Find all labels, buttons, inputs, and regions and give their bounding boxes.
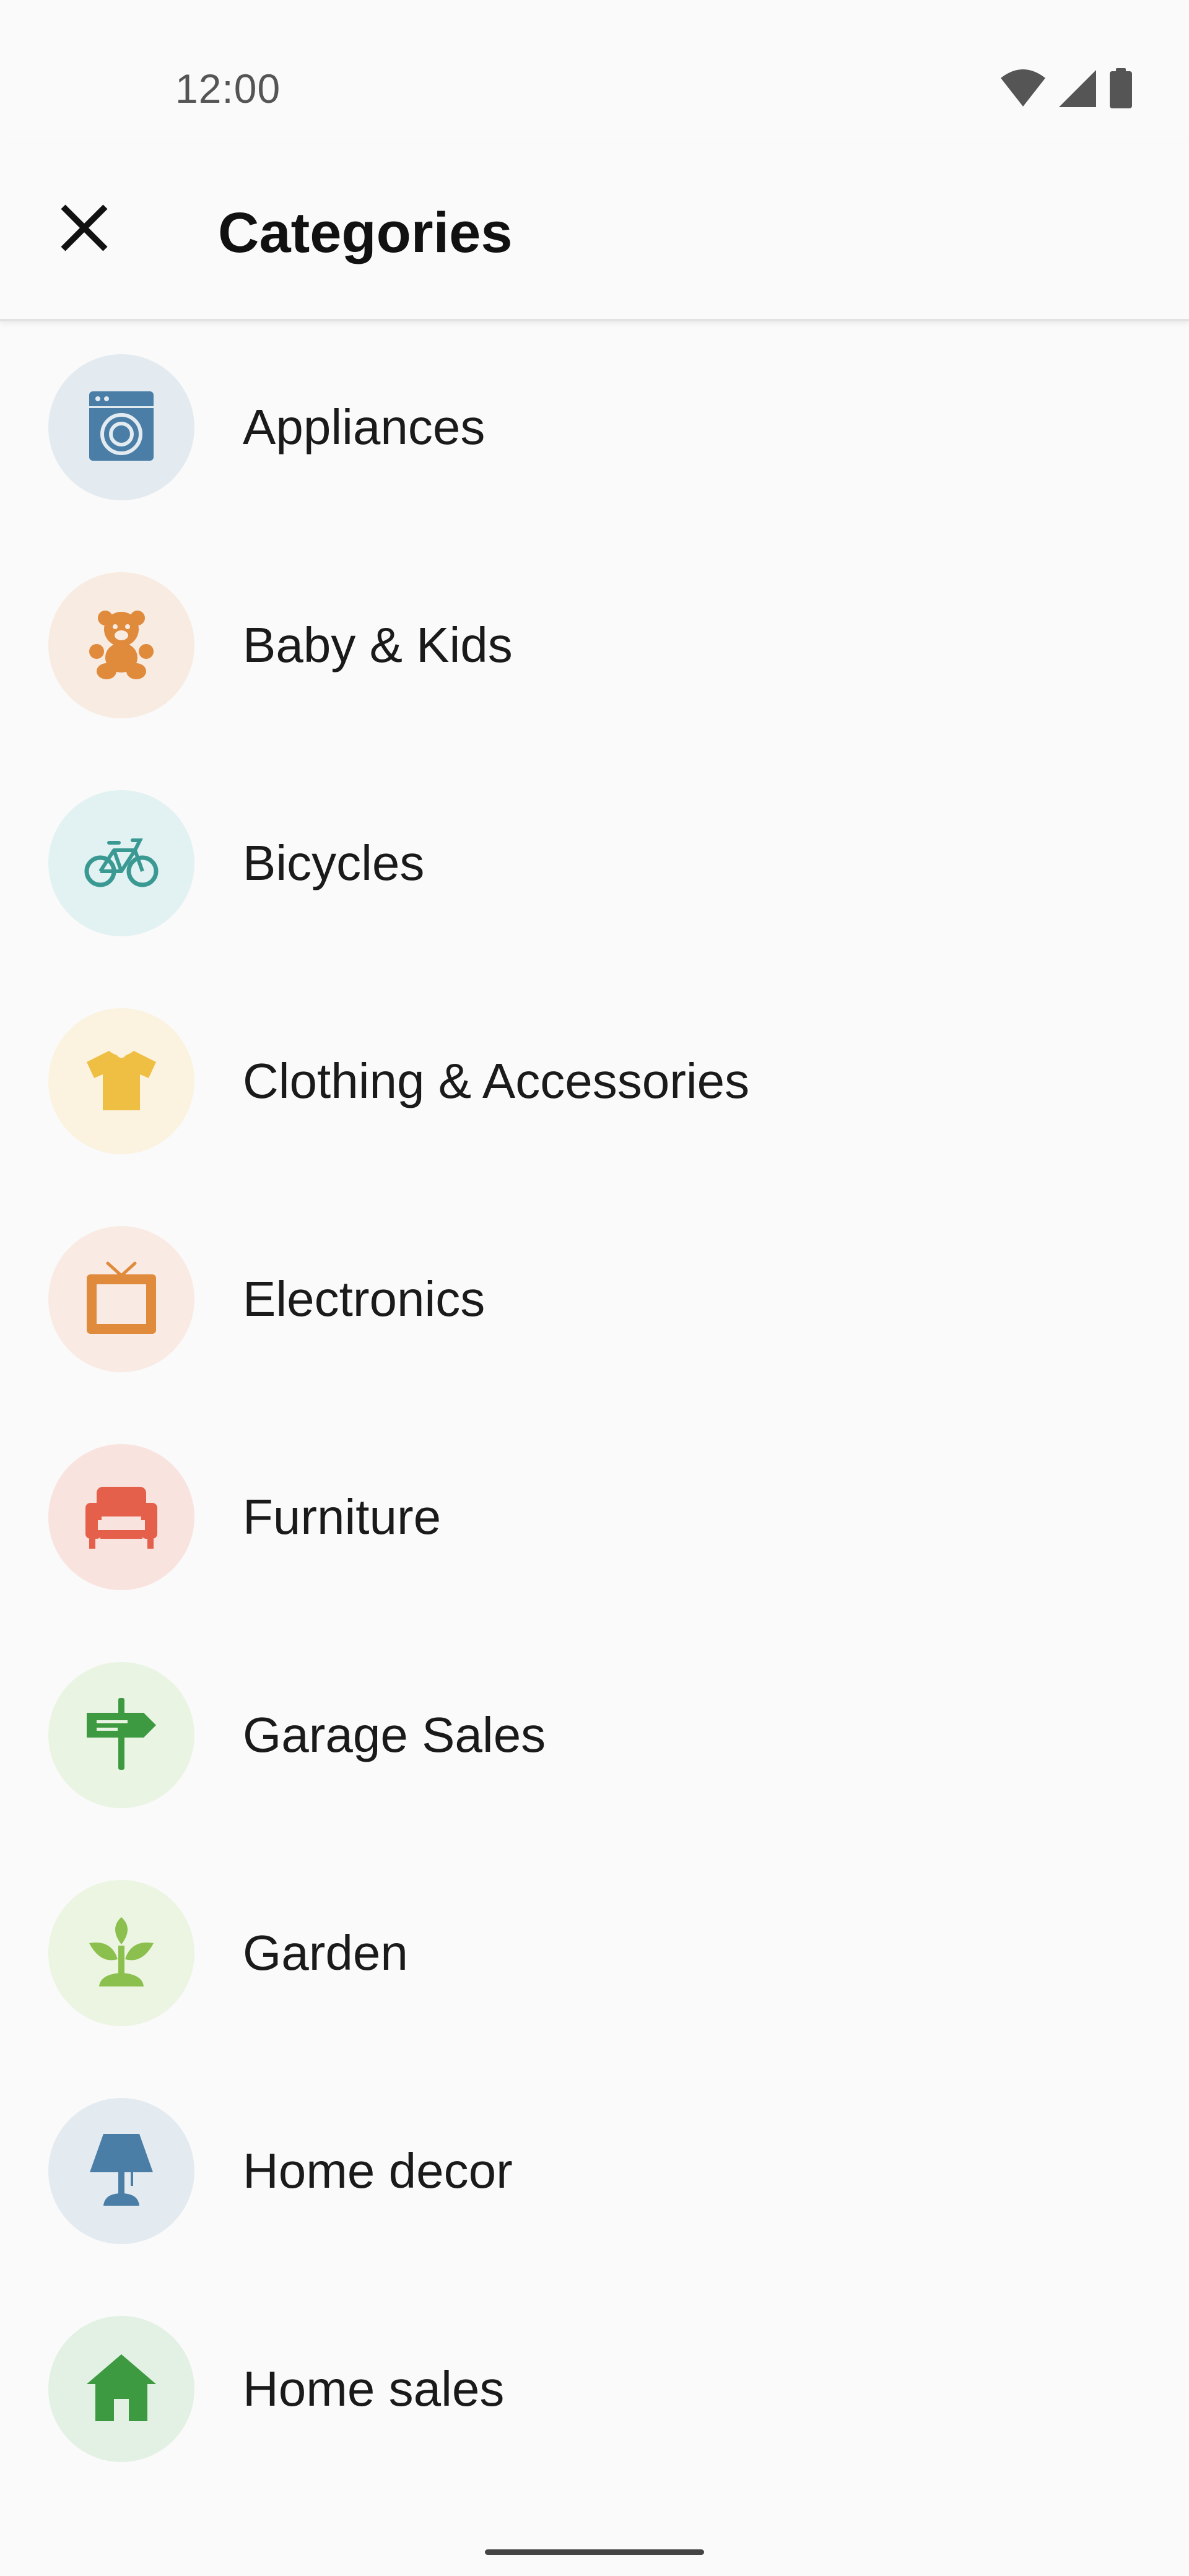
close-icon xyxy=(59,203,109,256)
status-icons xyxy=(1000,67,1133,112)
category-label: Garage Sales xyxy=(243,1707,546,1762)
icon-circle xyxy=(48,1880,194,2026)
status-bar: 12:00 xyxy=(0,0,1189,142)
icon-circle xyxy=(48,2098,194,2244)
app-bar: Categories xyxy=(0,142,1189,321)
icon-circle xyxy=(48,572,194,718)
category-item-garage-sales[interactable]: Garage Sales xyxy=(0,1630,1189,1848)
status-time: 12:00 xyxy=(175,66,281,111)
page-title: Categories xyxy=(218,201,513,264)
washing-machine-icon xyxy=(84,389,159,466)
category-label: Appliances xyxy=(243,399,486,455)
category-item-garden[interactable]: Garden xyxy=(0,1848,1189,2066)
lamp-icon xyxy=(87,2131,155,2211)
icon-circle xyxy=(48,790,194,936)
category-label: Bicycles xyxy=(243,835,425,890)
cellular-signal-icon xyxy=(1058,69,1097,111)
house-icon xyxy=(84,2352,159,2427)
category-label: Clothing & Accessories xyxy=(243,1053,750,1108)
signpost-icon xyxy=(84,1697,159,1774)
category-item-electronics[interactable]: Electronics xyxy=(0,1194,1189,1412)
icon-circle xyxy=(48,1008,194,1154)
category-list: Appliances Baby & Kids Bicycles Clothing… xyxy=(0,322,1189,2502)
icon-circle xyxy=(48,1226,194,1372)
category-item-furniture[interactable]: Furniture xyxy=(0,1412,1189,1630)
category-label: Electronics xyxy=(243,1271,486,1326)
category-item-home-decor[interactable]: Home decor xyxy=(0,2066,1189,2284)
home-indicator[interactable] xyxy=(485,2549,704,2555)
close-button[interactable] xyxy=(47,192,121,266)
category-item-appliances[interactable]: Appliances xyxy=(0,322,1189,540)
category-label: Home sales xyxy=(243,2361,505,2416)
category-label: Baby & Kids xyxy=(243,617,513,672)
category-item-clothing-accessories[interactable]: Clothing & Accessories xyxy=(0,976,1189,1194)
category-label: Furniture xyxy=(243,1489,442,1544)
teddy-bear-icon xyxy=(84,607,159,684)
armchair-icon xyxy=(83,1482,160,1553)
sprout-icon xyxy=(85,1915,157,1992)
t-shirt-icon xyxy=(84,1046,159,1117)
category-item-home-sales[interactable]: Home sales xyxy=(0,2284,1189,2502)
television-icon xyxy=(84,1260,159,1339)
category-label: Home decor xyxy=(243,2143,513,2198)
category-label: Garden xyxy=(243,1925,408,1980)
icon-circle xyxy=(48,1444,194,1590)
category-item-bicycles[interactable]: Bicycles xyxy=(0,758,1189,976)
category-item-baby-kids[interactable]: Baby & Kids xyxy=(0,540,1189,758)
icon-circle xyxy=(48,354,194,500)
icon-circle xyxy=(48,2316,194,2462)
icon-circle xyxy=(48,1662,194,1808)
battery-icon xyxy=(1108,67,1133,112)
bicycle-icon xyxy=(83,834,160,893)
wifi-icon xyxy=(1000,69,1047,111)
